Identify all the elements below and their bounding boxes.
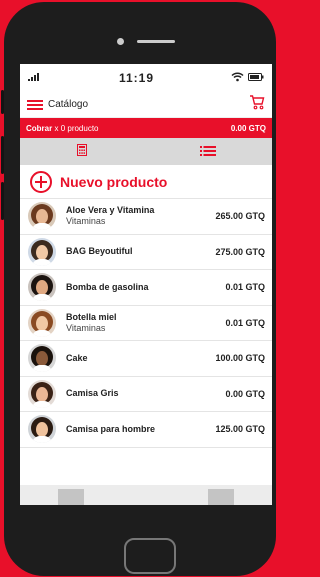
speaker-grille — [137, 40, 175, 43]
mute-switch — [1, 90, 4, 114]
product-name: Camisa para hombre — [66, 423, 156, 434]
product-price: 125.00 GTQ — [215, 424, 265, 435]
product-name: Aloe Vera y Vitamina — [66, 205, 155, 216]
home-button[interactable] — [124, 538, 176, 574]
volume-up-button — [1, 136, 4, 174]
volume-down-button — [1, 182, 4, 220]
product-avatar — [28, 202, 56, 231]
product-avatar — [28, 379, 56, 408]
product-name: Botella miel — [66, 311, 117, 322]
product-avatar — [28, 308, 56, 337]
product-price: 275.00 GTQ — [215, 246, 265, 257]
add-icon — [30, 170, 52, 193]
product-price: 100.00 GTQ — [215, 353, 265, 364]
cart-icon[interactable] — [249, 94, 265, 115]
product-name: Bomba de gasolina — [66, 281, 149, 292]
product-price: 0.01 GTQ — [225, 282, 265, 293]
charge-total: 0.00 GTQ — [230, 123, 266, 133]
view-tabs — [20, 138, 272, 165]
camera-icon — [117, 38, 124, 45]
product-avatar — [28, 237, 56, 266]
new-product-label: Nuevo producto — [60, 173, 168, 190]
product-name: Camisa Gris — [66, 388, 119, 399]
product-price: 0.01 GTQ — [225, 317, 265, 328]
product-row[interactable]: Aloe Vera y Vitamina Vitaminas 265.00 GT… — [20, 199, 272, 235]
charge-count: x 0 producto — [54, 123, 99, 133]
status-bar: 11:19 — [20, 64, 272, 92]
top-nav: Catálogo — [20, 92, 272, 118]
calculator-icon[interactable] — [76, 143, 87, 161]
bottom-bar — [20, 485, 272, 505]
status-time: 11:19 — [118, 71, 155, 85]
product-price: 265.00 GTQ — [215, 211, 265, 222]
menu-icon[interactable] — [27, 99, 43, 110]
product-avatar — [28, 415, 56, 444]
product-category: Vitaminas — [66, 216, 106, 227]
bottom-left-button[interactable] — [58, 489, 84, 505]
signal-icon — [28, 72, 42, 84]
bottom-right-button[interactable] — [208, 489, 234, 505]
product-avatar — [28, 344, 56, 373]
product-price: 0.00 GTQ — [225, 388, 265, 399]
new-product-button[interactable]: Nuevo producto — [20, 165, 272, 199]
product-row[interactable]: Camisa Gris 0.00 GTQ — [20, 377, 272, 412]
product-list: Aloe Vera y Vitamina Vitaminas 265.00 GT… — [20, 199, 272, 448]
app-screen: 11:19 Catálogo Cobrar x 0 producto 0.00 … — [20, 64, 272, 505]
battery-icon — [248, 72, 264, 84]
product-row[interactable]: Botella miel Vitaminas 0.01 GTQ — [20, 306, 272, 341]
product-avatar — [28, 273, 56, 302]
wifi-icon — [231, 72, 244, 85]
product-row[interactable]: Cake 100.00 GTQ — [20, 341, 272, 377]
product-name: BAG Beyoutiful — [66, 246, 133, 257]
list-view-icon[interactable] — [199, 143, 216, 161]
product-category: Vitaminas — [66, 322, 106, 333]
product-row[interactable]: BAG Beyoutiful 275.00 GTQ — [20, 235, 272, 270]
product-row[interactable]: Camisa para hombre 125.00 GTQ — [20, 412, 272, 448]
charge-bar[interactable]: Cobrar x 0 producto 0.00 GTQ — [20, 118, 272, 138]
page-title: Catálogo — [48, 99, 89, 110]
product-row[interactable]: Bomba de gasolina 0.01 GTQ — [20, 270, 272, 306]
product-name: Cake — [66, 352, 88, 363]
charge-label: Cobrar — [26, 123, 53, 133]
